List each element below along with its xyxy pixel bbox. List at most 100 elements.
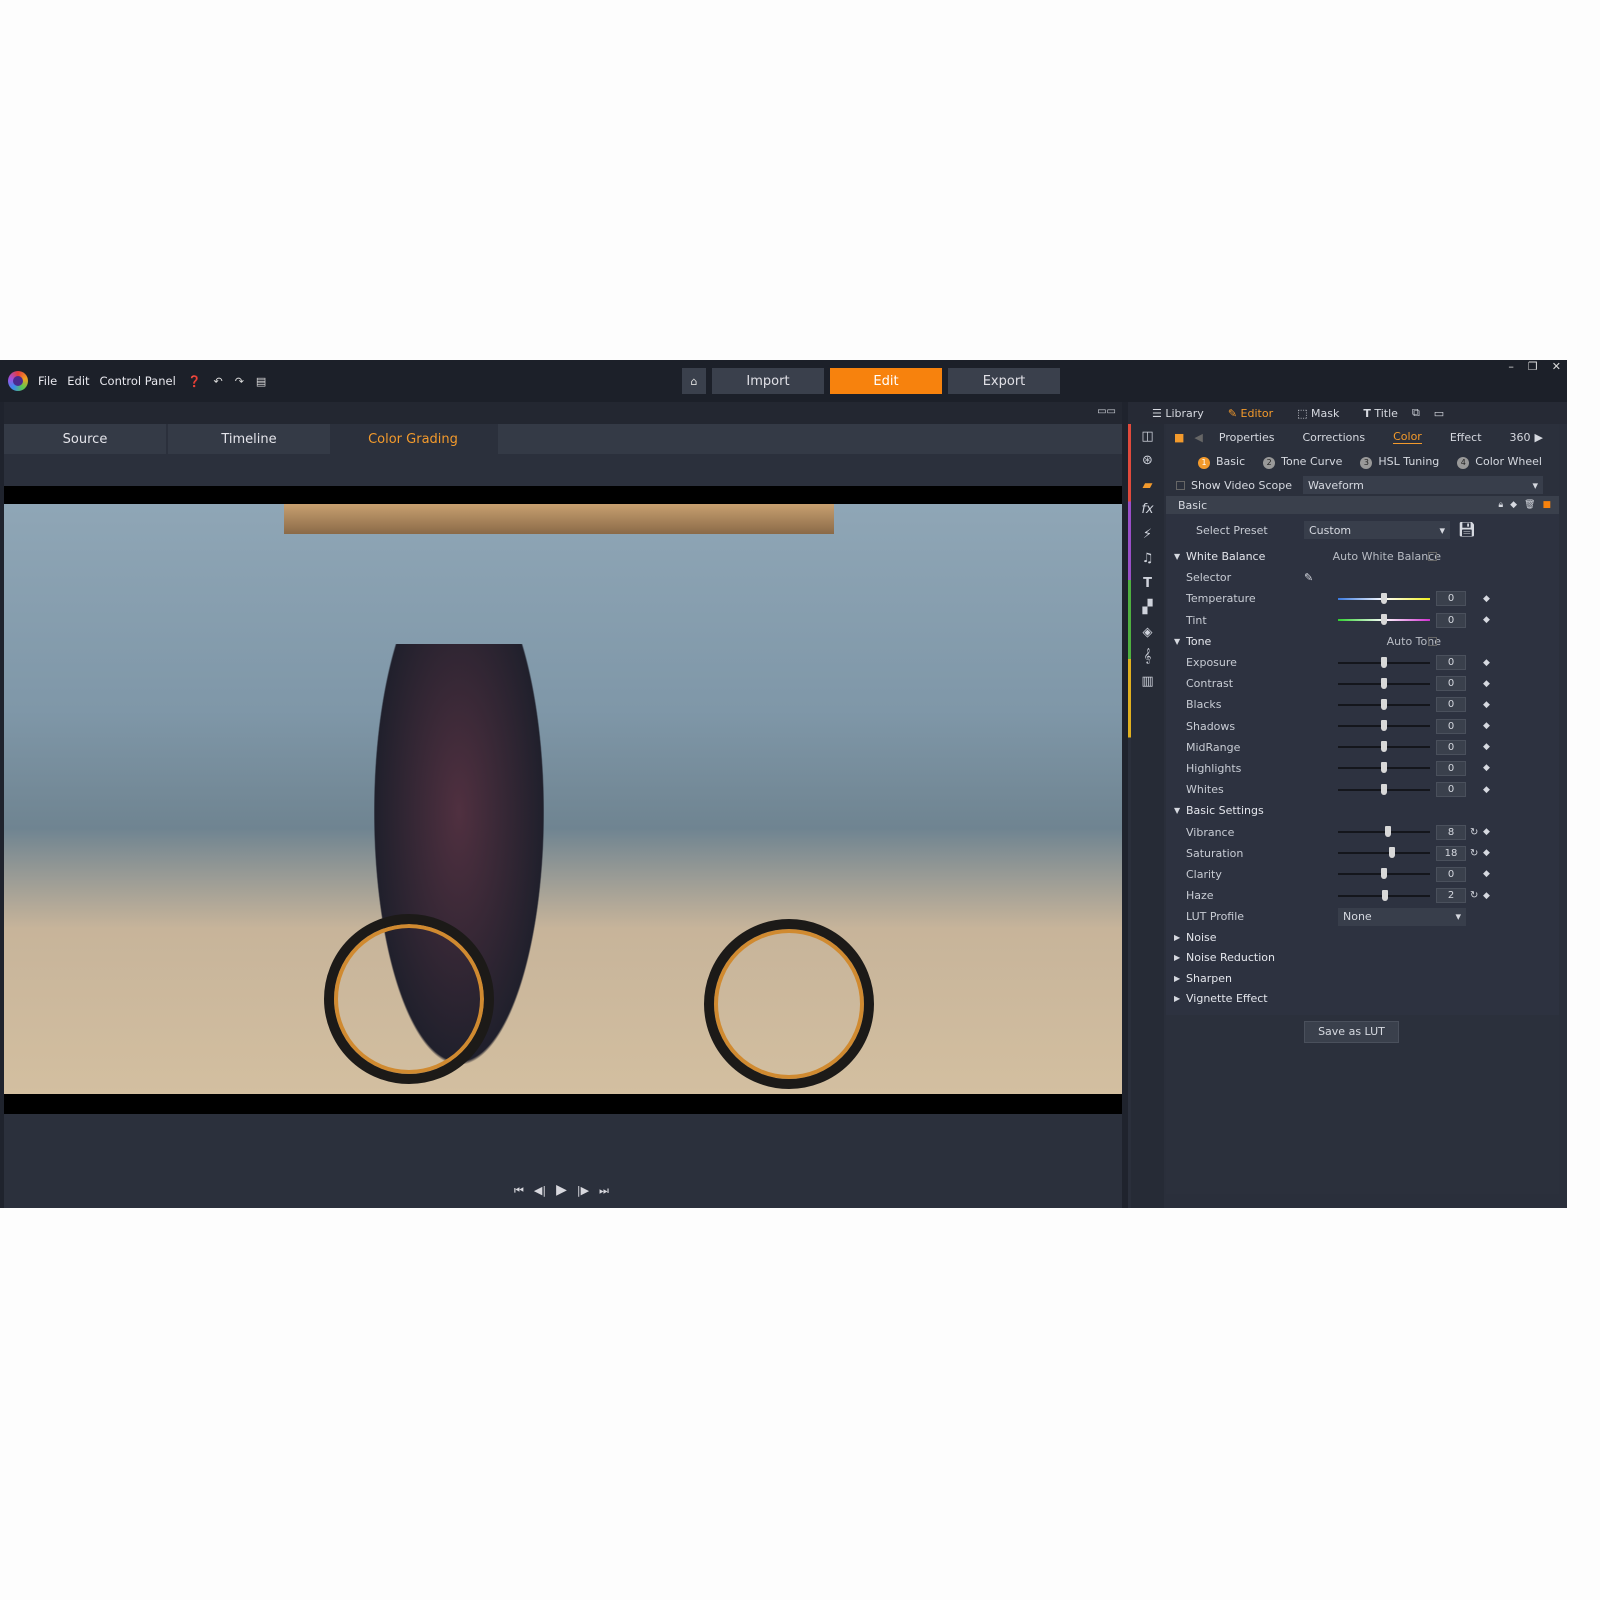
keyframe-icon[interactable]: ◆ bbox=[1483, 658, 1490, 668]
clarity-value-input[interactable]: 0 bbox=[1436, 866, 1466, 882]
reset-icon[interactable]: ↻ bbox=[1470, 827, 1478, 838]
group-noise[interactable]: ▶ Noise bbox=[1166, 927, 1559, 947]
keyframe-icon[interactable]: ◆ bbox=[1483, 785, 1490, 795]
saturation-value-input[interactable]: 18 bbox=[1436, 845, 1466, 861]
contrast-value-input[interactable]: 0 bbox=[1436, 676, 1466, 692]
exposure-value-input[interactable]: 0 bbox=[1436, 655, 1466, 671]
document-icon[interactable]: ▤ bbox=[256, 375, 266, 388]
slider-thumb[interactable] bbox=[1381, 698, 1387, 710]
slider-thumb[interactable] bbox=[1384, 826, 1391, 838]
highlights-value-input[interactable]: 0 bbox=[1436, 760, 1466, 776]
go-to-start-icon[interactable]: ⏮ bbox=[514, 1184, 524, 1198]
step-hsl-tuning[interactable]: 3 HSL Tuning bbox=[1360, 455, 1439, 469]
shadows-slider[interactable] bbox=[1338, 720, 1430, 732]
tab-timeline[interactable]: Timeline bbox=[168, 424, 330, 454]
temperature-value-input[interactable]: 0 bbox=[1436, 591, 1466, 607]
next-frame-icon[interactable]: |▶ bbox=[577, 1184, 589, 1198]
auto-checkbox[interactable] bbox=[1428, 552, 1437, 562]
restore-icon[interactable]: ❐ bbox=[1528, 360, 1538, 373]
exposure-slider[interactable] bbox=[1338, 656, 1430, 668]
keyframe-icon[interactable]: ◆ bbox=[1483, 615, 1490, 625]
tab-effect[interactable]: Effect bbox=[1450, 431, 1482, 444]
keyframe-icon[interactable]: ◆ bbox=[1483, 891, 1490, 901]
music-icon[interactable]: ♫ bbox=[1131, 547, 1164, 572]
tab-properties[interactable]: Properties bbox=[1219, 431, 1275, 444]
slider-thumb[interactable] bbox=[1381, 614, 1387, 626]
undo-icon[interactable]: ↶ bbox=[213, 375, 222, 388]
keyframe-icon[interactable]: ◆ bbox=[1483, 763, 1490, 773]
group-white-balance[interactable]: ▼ White Balance Auto White Balance bbox=[1166, 546, 1559, 567]
home-button[interactable]: ⌂ bbox=[682, 368, 706, 394]
reset-icon[interactable]: ↻ bbox=[1470, 890, 1478, 901]
group-tone[interactable]: ▼ Tone Auto Tone bbox=[1166, 631, 1559, 652]
import-button[interactable]: Import bbox=[712, 368, 824, 394]
clarity-slider[interactable] bbox=[1338, 868, 1430, 880]
text-icon[interactable]: T bbox=[1131, 571, 1164, 596]
audio-icon[interactable]: 𝄞 bbox=[1131, 645, 1164, 670]
slider-thumb[interactable] bbox=[1381, 656, 1387, 668]
midrange-value-input[interactable]: 0 bbox=[1436, 739, 1466, 755]
temperature-slider[interactable] bbox=[1338, 592, 1430, 604]
export-button[interactable]: Export bbox=[948, 368, 1060, 394]
play-icon[interactable]: ▶ bbox=[556, 1182, 567, 1198]
detach-icon[interactable]: ⧉ bbox=[1412, 406, 1420, 420]
keyframe-icon[interactable]: ◆ bbox=[1483, 827, 1490, 837]
slider-thumb[interactable] bbox=[1381, 889, 1388, 901]
previous-frame-icon[interactable]: ◀| bbox=[534, 1184, 546, 1198]
tab-editor[interactable]: ✎ Editor bbox=[1228, 407, 1273, 420]
color-tag-icon[interactable]: ■ bbox=[1542, 500, 1551, 510]
layers-icon[interactable]: ◈ bbox=[1131, 620, 1164, 645]
contrast-slider[interactable] bbox=[1338, 677, 1430, 689]
close-icon[interactable]: ✕ bbox=[1552, 360, 1561, 373]
blacks-slider[interactable] bbox=[1338, 698, 1430, 710]
edit-button[interactable]: Edit bbox=[830, 368, 942, 394]
motion-icon[interactable]: ⚡ bbox=[1131, 522, 1164, 547]
layout-icon[interactable]: ▭ bbox=[1434, 407, 1444, 420]
midrange-slider[interactable] bbox=[1338, 741, 1430, 753]
keyframe-icon[interactable]: ◆ bbox=[1510, 500, 1517, 510]
tab-color[interactable]: Color bbox=[1393, 430, 1422, 444]
tab-library[interactable]: ☰ Library bbox=[1152, 407, 1204, 420]
step-tone-curve[interactable]: 2 Tone Curve bbox=[1263, 455, 1342, 469]
trash-icon[interactable]: 🗑︎ bbox=[1524, 500, 1535, 510]
blacks-value-input[interactable]: 0 bbox=[1436, 697, 1466, 713]
show-video-scope-checkbox[interactable] bbox=[1176, 480, 1185, 490]
highlights-slider[interactable] bbox=[1338, 762, 1430, 774]
fx-icon[interactable]: fx bbox=[1131, 498, 1164, 523]
shadows-value-input[interactable]: 0 bbox=[1436, 718, 1466, 734]
keyframe-icon[interactable]: ◆ bbox=[1483, 848, 1490, 858]
slider-thumb[interactable] bbox=[1389, 847, 1396, 859]
keyframe-icon[interactable]: ◆ bbox=[1483, 869, 1490, 879]
keyframe-icon[interactable]: ◆ bbox=[1483, 700, 1490, 710]
slider-thumb[interactable] bbox=[1381, 868, 1387, 880]
tab-color-grading[interactable]: Color Grading bbox=[332, 424, 494, 454]
transition-icon[interactable]: ⊛ bbox=[1131, 449, 1164, 474]
graphics-icon[interactable]: ▞ bbox=[1131, 596, 1164, 621]
haze-slider[interactable] bbox=[1338, 889, 1430, 901]
save-preset-icon[interactable]: 💾︎ bbox=[1458, 522, 1476, 538]
group-noise-reduction[interactable]: ▶ Noise Reduction bbox=[1166, 948, 1559, 968]
keyframe-icon[interactable]: ◆ bbox=[1483, 679, 1490, 689]
lut-profile-dropdown[interactable]: None ▾ bbox=[1338, 907, 1466, 926]
vibrance-value-input[interactable]: 8 bbox=[1436, 824, 1466, 840]
tab-360[interactable]: 360 bbox=[1510, 431, 1531, 444]
slider-thumb[interactable] bbox=[1381, 677, 1387, 689]
tint-value-input[interactable]: 0 bbox=[1436, 612, 1466, 628]
video-preview[interactable] bbox=[4, 486, 1122, 1114]
haze-value-input[interactable]: 2 bbox=[1436, 888, 1466, 904]
keyframe-icon[interactable]: ◆ bbox=[1483, 742, 1490, 752]
step-color-wheel[interactable]: 4 Color Wheel bbox=[1457, 455, 1542, 469]
group-vignette-effect[interactable]: ▶ Vignette Effect bbox=[1166, 988, 1559, 1008]
tab-source[interactable]: Source bbox=[4, 424, 166, 454]
saturation-slider[interactable] bbox=[1338, 847, 1430, 859]
keyboard-icon[interactable]: ▥ bbox=[1131, 669, 1164, 694]
color-icon[interactable]: ▰ bbox=[1131, 473, 1164, 498]
tab-corrections[interactable]: Corrections bbox=[1302, 431, 1365, 444]
scroll-left-icon[interactable]: ◀ bbox=[1194, 431, 1202, 444]
menu-control-panel[interactable]: Control Panel bbox=[100, 374, 176, 388]
tint-slider[interactable] bbox=[1338, 614, 1430, 626]
scope-dropdown[interactable]: Waveform ▾ bbox=[1303, 476, 1543, 494]
save-as-lut-button[interactable]: Save as LUT bbox=[1304, 1020, 1399, 1043]
media-icon[interactable]: ◫ bbox=[1131, 424, 1164, 449]
group-sharpen[interactable]: ▶ Sharpen bbox=[1166, 968, 1559, 988]
